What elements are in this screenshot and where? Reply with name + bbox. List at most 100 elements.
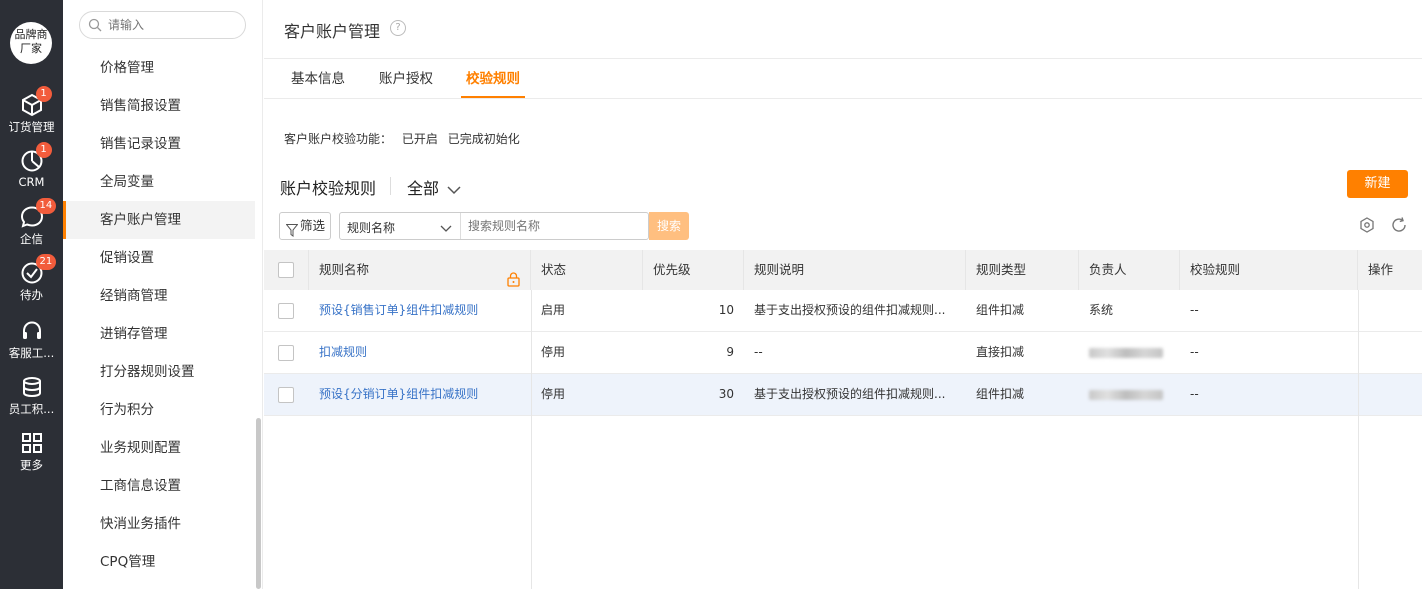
settings-icon[interactable]: [1358, 216, 1376, 234]
rail-item-order[interactable]: 1 订货管理: [0, 86, 63, 135]
status-initialized: 已完成初始化: [447, 132, 520, 146]
rule-status: 停用: [541, 345, 566, 359]
rule-type: 直接扣减: [976, 345, 1025, 359]
rule-name-link[interactable]: 预设{分销订单}组件扣减规则: [309, 374, 531, 415]
left-rail: 品牌商厂家 1 订货管理 1 CRM 14 企信 21 待办 客服工... 员工…: [0, 0, 63, 589]
rail-label: 订货管理: [8, 120, 55, 134]
refresh-icon[interactable]: [1390, 216, 1408, 234]
rule-desc: 基于支出授权预设的组件扣减规则...: [754, 387, 946, 401]
table-row[interactable]: 扣减规则 停用 9 -- 直接扣减 --: [264, 332, 1422, 374]
blurred-owner-name: [1089, 347, 1163, 358]
sidebar-item-inventory[interactable]: 进销存管理: [63, 315, 255, 353]
rail-item-service[interactable]: 客服工...: [0, 318, 63, 361]
rule-owner: 系统: [1089, 303, 1114, 317]
sidebar-scrollbar[interactable]: [256, 418, 261, 589]
divider: [390, 177, 391, 195]
rail-item-todo[interactable]: 21 待办: [0, 254, 63, 303]
badge: 21: [35, 254, 57, 270]
rail-item-chat[interactable]: 14 企信: [0, 198, 63, 247]
row-checkbox[interactable]: [278, 303, 294, 319]
column-header-type[interactable]: 规则类型: [966, 250, 1079, 290]
rule-name-link[interactable]: 预设{销售订单}组件扣减规则: [309, 290, 531, 331]
scope-filter-value: 全部: [407, 179, 440, 198]
sidebar-item-sales-record[interactable]: 销售记录设置: [63, 125, 255, 163]
rule-status: 停用: [541, 387, 566, 401]
rule-desc: --: [754, 345, 763, 359]
new-rule-button[interactable]: 新建: [1347, 170, 1408, 198]
sidebar-item-customer-account[interactable]: 客户账户管理: [63, 201, 255, 239]
settings-sidebar: 价格管理 销售简报设置 销售记录设置 全局变量 客户账户管理 促销设置 经销商管…: [63, 0, 263, 589]
rule-status: 启用: [541, 303, 566, 317]
sidebar-item-business-rules[interactable]: 业务规则配置: [63, 429, 255, 467]
rule-type: 组件扣减: [976, 387, 1025, 401]
column-header-desc[interactable]: 规则说明: [744, 250, 966, 290]
badge: 1: [35, 86, 52, 102]
rule-name-link[interactable]: 扣减规则: [309, 332, 531, 373]
sidebar-search-input[interactable]: [108, 16, 238, 34]
column-header-name[interactable]: 规则名称: [309, 250, 531, 290]
row-checkbox[interactable]: [278, 387, 294, 403]
sidebar-item-dealer[interactable]: 经销商管理: [63, 277, 255, 315]
rule-check: --: [1190, 345, 1199, 359]
tab-basic-info[interactable]: 基本信息: [291, 60, 345, 98]
table-row[interactable]: 预设{分销订单}组件扣减规则 停用 30 基于支出授权预设的组件扣减规则... …: [264, 374, 1422, 416]
rule-priority: 30: [718, 387, 734, 401]
sidebar-item-fmcg-plugin[interactable]: 快消业务插件: [63, 505, 255, 543]
tab-validation-rules[interactable]: 校验规则: [461, 60, 525, 98]
divider: [264, 98, 1422, 99]
sidebar-item-scorer[interactable]: 打分器规则设置: [63, 353, 255, 391]
help-icon[interactable]: ?: [390, 20, 406, 36]
rail-label: 企信: [20, 232, 43, 246]
column-divider: [1358, 290, 1359, 589]
field-select[interactable]: 规则名称: [347, 219, 395, 236]
chevron-down-icon[interactable]: [440, 222, 452, 237]
column-header-status[interactable]: 状态: [531, 250, 643, 290]
filter-icon: [285, 220, 299, 246]
rule-check: --: [1190, 303, 1199, 317]
rail-label: 客服工...: [8, 346, 55, 360]
rule-priority: 9: [726, 345, 734, 359]
select-all-checkbox[interactable]: [278, 262, 294, 278]
rule-priority: 10: [718, 303, 734, 317]
rule-owner: [1079, 374, 1180, 415]
table-row[interactable]: 预设{销售订单}组件扣减规则 启用 10 基于支出授权预设的组件扣减规则... …: [264, 290, 1422, 332]
main-content: 客户账户管理 ? 基本信息 账户授权 校验规则 客户账户校验功能： 已开启 已完…: [264, 0, 1422, 589]
rules-table: 规则名称 状态 优先级 规则说明 规则类型 负责人 校验规则 操作 预设{销售订…: [264, 250, 1422, 589]
rail-item-crm[interactable]: 1 CRM: [0, 142, 63, 189]
filter-button[interactable]: 筛选: [279, 212, 331, 240]
search-icon: [88, 18, 102, 36]
rail-item-more[interactable]: 更多: [0, 430, 63, 473]
scope-filter-dropdown[interactable]: 全部: [407, 175, 461, 199]
row-checkbox[interactable]: [278, 345, 294, 361]
section-title: 账户校验规则: [280, 179, 377, 198]
box-icon: 1: [19, 86, 52, 118]
sidebar-item-global-var[interactable]: 全局变量: [63, 163, 255, 201]
table-header-checkbox-cell: [264, 250, 309, 290]
rule-check: --: [1190, 387, 1199, 401]
search-field-group: 规则名称: [339, 212, 649, 240]
blurred-owner-name: [1089, 389, 1163, 400]
sidebar-item-price[interactable]: 价格管理: [63, 49, 255, 87]
sidebar-item-promotion[interactable]: 促销设置: [63, 239, 255, 277]
validation-status: 客户账户校验功能： 已开启 已完成初始化: [284, 130, 526, 147]
tab-account-auth[interactable]: 账户授权: [379, 60, 433, 98]
rail-item-points[interactable]: 员工积...: [0, 374, 63, 417]
rule-type: 组件扣减: [976, 303, 1025, 317]
column-header-priority[interactable]: 优先级: [643, 250, 744, 290]
rule-desc: 基于支出授权预设的组件扣减规则...: [754, 303, 946, 317]
brand-avatar[interactable]: 品牌商厂家: [10, 22, 52, 64]
column-header-rule[interactable]: 校验规则: [1180, 250, 1358, 290]
rail-label: 待办: [20, 288, 43, 302]
check-circle-icon: 21: [19, 254, 57, 286]
sidebar-item-cpq[interactable]: CPQ管理: [63, 543, 255, 581]
divider: [460, 213, 461, 239]
sidebar-item-business-info[interactable]: 工商信息设置: [63, 467, 255, 505]
column-label: 规则名称: [319, 262, 370, 277]
database-icon: [19, 374, 45, 400]
search-button[interactable]: 搜索: [649, 212, 689, 240]
column-header-owner[interactable]: 负责人: [1079, 250, 1180, 290]
sidebar-search[interactable]: [79, 11, 246, 39]
rule-search-input[interactable]: [468, 218, 643, 234]
sidebar-item-sales-brief[interactable]: 销售简报设置: [63, 87, 255, 125]
sidebar-item-behavior-points[interactable]: 行为积分: [63, 391, 255, 429]
